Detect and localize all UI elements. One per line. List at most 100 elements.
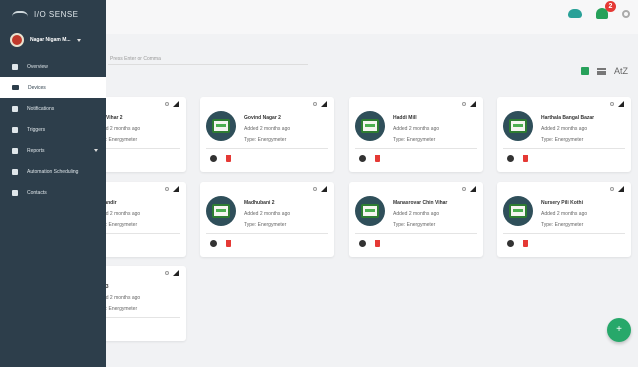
cloud-icon[interactable]: [568, 9, 582, 18]
device-type: Type: Energymeter: [244, 137, 287, 143]
signal-icon: [470, 186, 476, 192]
divider: [355, 233, 477, 234]
view-toggle: AtZ: [580, 66, 628, 76]
delete-icon[interactable]: [375, 155, 380, 162]
device-added: Added 2 months ago: [393, 211, 440, 217]
brand-name: I/O SENSE: [34, 9, 79, 19]
signal-icon: [470, 101, 476, 107]
device-card[interactable]: Haddi Mill Added 2 months ago Type: Ener…: [349, 97, 483, 172]
device-added: Added 2 months ago: [541, 211, 588, 217]
device-added: Added 2 months ago: [541, 126, 588, 132]
device-added: Added 2 months ago: [244, 211, 291, 217]
grid-view-icon[interactable]: [580, 67, 589, 75]
device-avatar-icon: [355, 196, 385, 226]
chevron-down-icon: [76, 38, 81, 42]
device-name: Nursery Pili Kothi: [541, 200, 583, 206]
device-avatar-icon: [355, 111, 385, 141]
info-icon[interactable]: [165, 187, 169, 191]
info-icon[interactable]: [462, 102, 466, 106]
sidebar-item-label: Contacts: [27, 189, 47, 196]
device-settings-icon[interactable]: [210, 240, 217, 247]
delete-icon[interactable]: [226, 155, 231, 162]
brand-logo[interactable]: I/O SENSE: [0, 0, 106, 28]
delete-icon[interactable]: [226, 240, 231, 247]
sort-az-button[interactable]: AtZ: [614, 66, 628, 76]
bolt-icon: [12, 126, 18, 133]
sidebar-item-contacts[interactable]: Contacts: [0, 182, 106, 203]
device-settings-icon[interactable]: [210, 155, 217, 162]
sidebar-item-label: Automation Scheduling: [27, 168, 79, 175]
device-type: Type: Energymeter: [541, 222, 584, 228]
list-view-icon[interactable]: [596, 67, 606, 75]
org-logo-icon: [10, 33, 24, 47]
device-settings-icon[interactable]: [359, 155, 366, 162]
notification-badge: 2: [605, 1, 616, 12]
delete-icon[interactable]: [523, 240, 528, 247]
signal-icon: [173, 101, 179, 107]
info-icon[interactable]: [165, 102, 169, 106]
bell-icon: [12, 105, 18, 112]
device-avatar-icon: [206, 196, 236, 226]
sidebar-item-label: Triggers: [27, 126, 46, 133]
sidebar-item-notifications[interactable]: Notifications: [0, 98, 106, 119]
device-type: Type: Energymeter: [393, 222, 436, 228]
org-selector[interactable]: Nagar Nigam M...: [0, 28, 106, 52]
sidebar-item-reports[interactable]: Reports: [0, 140, 106, 161]
signal-icon: [173, 270, 179, 276]
chevron-down-icon: [94, 149, 98, 152]
device-card[interactable]: Madhubani 2 Added 2 months ago Type: Ene…: [200, 182, 334, 257]
search-underline: [108, 64, 308, 65]
device-type: Type: Energymeter: [393, 137, 436, 143]
sidebar-item-automation-scheduling[interactable]: Automation Scheduling: [0, 161, 106, 182]
device-settings-icon[interactable]: [507, 240, 514, 247]
report-icon: [12, 147, 18, 154]
contact-icon: [12, 189, 18, 196]
device-settings-icon[interactable]: [359, 240, 366, 247]
sidebar: I/O SENSE Nagar Nigam M... Overview Devi…: [0, 0, 106, 367]
device-name: Manasrovar Chin Vihar: [393, 200, 448, 206]
device-avatar-icon: [503, 111, 533, 141]
info-icon[interactable]: [462, 187, 466, 191]
sidebar-item-label: Overview: [27, 63, 48, 70]
device-card[interactable]: Manasrovar Chin Vihar Added 2 months ago…: [349, 182, 483, 257]
signal-icon: [618, 101, 624, 107]
info-icon[interactable]: [313, 187, 317, 191]
info-icon[interactable]: [610, 187, 614, 191]
divider: [206, 148, 328, 149]
device-card[interactable]: Govind Nagar 2 Added 2 months ago Type: …: [200, 97, 334, 172]
device-type: Type: Energymeter: [541, 137, 584, 143]
sidebar-item-devices[interactable]: Devices: [0, 77, 106, 98]
delete-icon[interactable]: [375, 240, 380, 247]
settings-icon[interactable]: [622, 9, 630, 18]
signal-icon: [618, 186, 624, 192]
divider: [206, 233, 328, 234]
sidebar-item-triggers[interactable]: Triggers: [0, 119, 106, 140]
divider: [355, 148, 477, 149]
search-hint: Press Enter or Comma: [110, 56, 161, 62]
device-settings-icon[interactable]: [507, 155, 514, 162]
add-device-button[interactable]: +: [607, 318, 631, 342]
device-card[interactable]: Nursery Pili Kothi Added 2 months ago Ty…: [497, 182, 631, 257]
divider: [503, 148, 625, 149]
device-name: Haddi Mill: [393, 115, 417, 121]
device-added: Added 2 months ago: [393, 126, 440, 132]
device-avatar-icon: [206, 111, 236, 141]
info-icon[interactable]: [313, 102, 317, 106]
clock-icon: [12, 168, 18, 175]
signal-icon: [321, 101, 327, 107]
sidebar-item-overview[interactable]: Overview: [0, 56, 106, 77]
sidebar-item-label: Reports: [27, 147, 45, 154]
device-name: Harthala Bangal Bazar: [541, 115, 595, 121]
info-icon[interactable]: [610, 102, 614, 106]
org-name: Nagar Nigam M...: [30, 37, 71, 43]
device-added: Added 2 months ago: [244, 126, 291, 132]
device-avatar-icon: [503, 196, 533, 226]
iosense-logo-icon: [12, 11, 28, 17]
device-card[interactable]: Harthala Bangal Bazar Added 2 months ago…: [497, 97, 631, 172]
notification-bell-icon[interactable]: 2: [596, 1, 616, 19]
info-icon[interactable]: [165, 271, 169, 275]
signal-icon: [173, 186, 179, 192]
header-icons: 2: [568, 1, 630, 19]
sidebar-item-label: Notifications: [27, 105, 55, 112]
delete-icon[interactable]: [523, 155, 528, 162]
